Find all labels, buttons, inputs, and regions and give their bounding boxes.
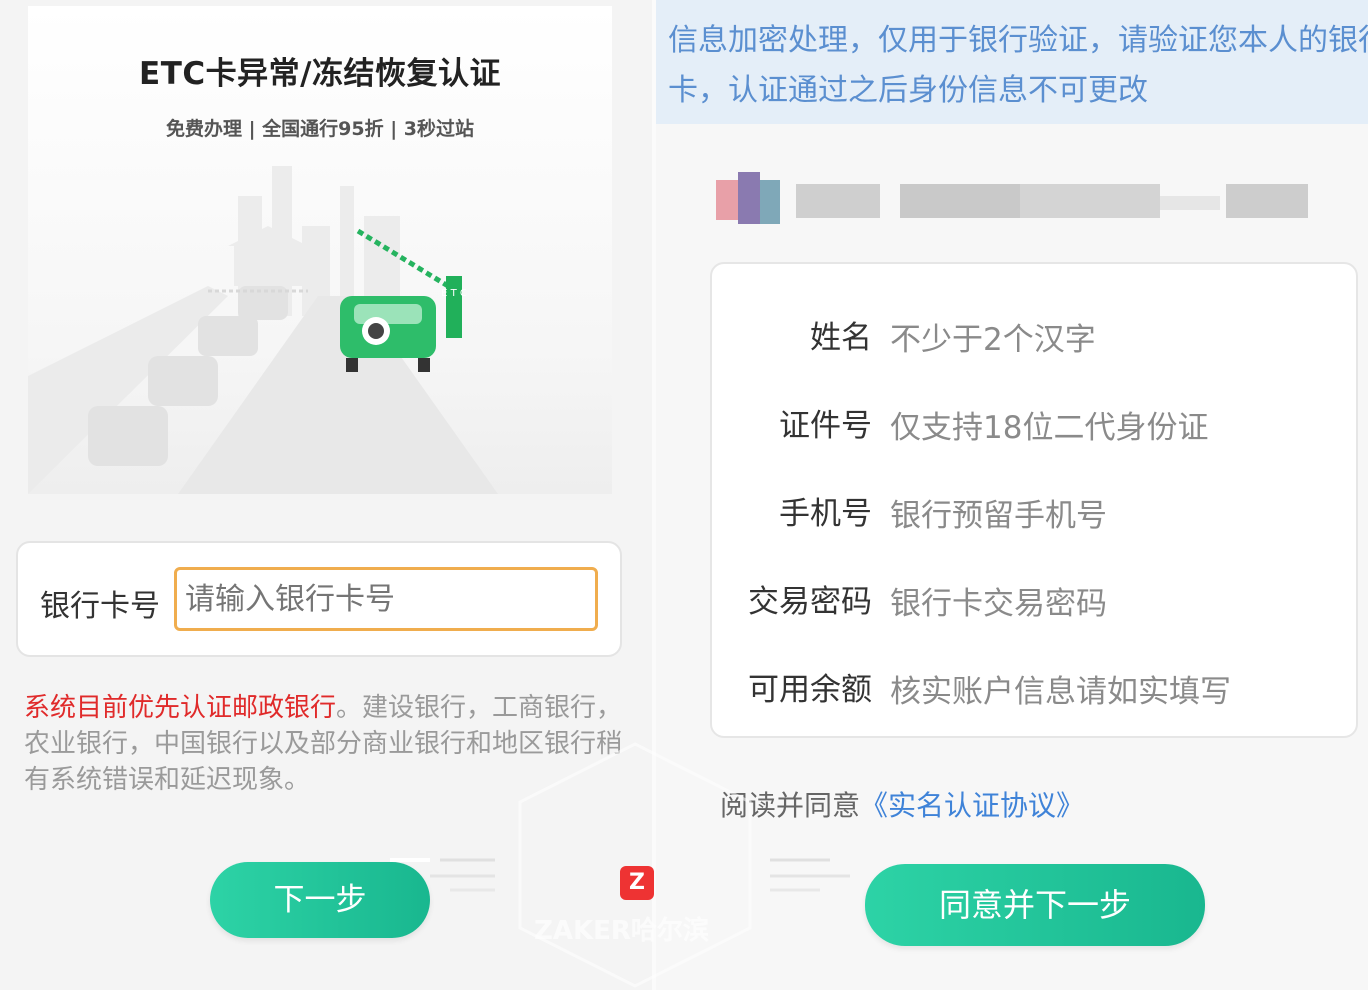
- form-row-phone[interactable]: 手机号 银行预留手机号: [712, 480, 1356, 540]
- form-placeholder: 不少于2个汉字: [890, 322, 1096, 358]
- form-placeholder: 银行卡交易密码: [890, 586, 1107, 622]
- toll-gate-illustration: E T C: [28, 166, 498, 494]
- form-placeholder: 银行预留手机号: [890, 498, 1107, 534]
- zaker-logo: Z: [620, 866, 654, 900]
- form-label: 交易密码: [748, 584, 872, 620]
- watermark-text: ZAKER哈尔滨: [534, 916, 709, 946]
- agreement-line: 阅读并同意《实名认证协议》: [720, 784, 1084, 824]
- form-label: 可用余额: [748, 672, 872, 708]
- banner-title: ETC卡异常/冻结恢复认证: [139, 56, 501, 92]
- watermark-shield: [518, 742, 752, 988]
- encryption-notice-text: 信息加密处理，仅用于银行验证，请验证您本人的银行卡，认证通过之后身份信息不可更改: [668, 23, 1368, 108]
- form-row-balance[interactable]: 可用余额 核实账户信息请如实填写: [712, 656, 1356, 716]
- form-row-name[interactable]: 姓名 不少于2个汉字: [712, 304, 1356, 364]
- form-label: 证件号: [779, 408, 872, 444]
- form-row-password[interactable]: 交易密码 银行卡交易密码: [712, 568, 1356, 628]
- identity-form: 姓名 不少于2个汉字 证件号 仅支持18位二代身份证 手机号 银行预留手机号 交…: [710, 262, 1358, 738]
- right-screen: 信息加密处理，仅用于银行验证，请验证您本人的银行卡，认证通过之后身份信息不可更改…: [656, 0, 1368, 990]
- form-row-id-number[interactable]: 证件号 仅支持18位二代身份证: [712, 392, 1356, 452]
- encryption-notice-bar: 信息加密处理，仅用于银行验证，请验证您本人的银行卡，认证通过之后身份信息不可更改: [656, 0, 1368, 124]
- form-placeholder: 核实账户信息请如实填写: [890, 674, 1231, 710]
- etc-banner: ETC卡异常/冻结恢复认证 免费办理 | 全国通行95折 | 3秒过站 E T …: [28, 6, 612, 494]
- bank-card-input[interactable]: [174, 567, 598, 631]
- form-label: 姓名: [810, 320, 872, 356]
- form-placeholder: 仅支持18位二代身份证: [890, 410, 1209, 446]
- agree-next-button[interactable]: 同意并下一步: [865, 864, 1205, 946]
- form-label: 手机号: [779, 496, 872, 532]
- bank-card-label: 银行卡号: [40, 589, 160, 624]
- decorative-lines: [390, 858, 495, 892]
- agreement-link[interactable]: 《实名认证协议》: [860, 789, 1084, 822]
- decorative-lines: [770, 858, 850, 892]
- notice-highlight: 系统目前优先认证邮政银行: [24, 693, 337, 723]
- etc-gate-label: E T C: [441, 288, 467, 299]
- blurred-bank-info: [716, 172, 1308, 224]
- bank-card-form: 银行卡号: [16, 541, 622, 657]
